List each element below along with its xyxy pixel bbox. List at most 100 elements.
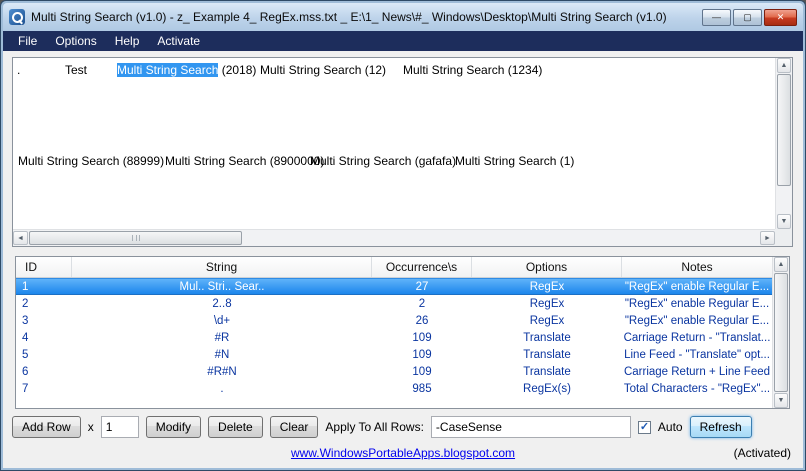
menu-file[interactable]: File (9, 31, 46, 51)
table-row[interactable]: 2 2..8 2 RegEx "RegEx" enable Regular E.… (16, 295, 772, 312)
website-link[interactable]: www.WindowsPortableApps.blogspot.com (291, 446, 515, 460)
cell-options: RegEx (529, 314, 565, 327)
cell-id: 6 (22, 365, 29, 378)
cell-id: 3 (22, 314, 29, 327)
cell-notes: "RegEx" enable Regular E... (624, 297, 770, 310)
close-button[interactable]: ✕ (764, 8, 797, 26)
cell-occurrences: 109 (412, 348, 432, 361)
cell-occurrences: 2 (418, 297, 426, 310)
cell-occurrences: 109 (412, 331, 432, 344)
scroll-down-icon[interactable]: ▼ (777, 214, 791, 229)
hscroll-grip-icon (131, 235, 140, 241)
cell-options: Translate (523, 365, 571, 378)
window-title: Multi String Search (v1.0) - z_ Example … (31, 10, 667, 24)
table-vertical-scrollbar[interactable]: ▲ ▼ (772, 257, 789, 408)
cell-notes: Carriage Return - "Translat... (623, 331, 771, 344)
cell-string: 2..8 (212, 297, 232, 310)
cell-id: 5 (22, 348, 29, 361)
cell-occurrences: 985 (412, 382, 432, 395)
menu-options[interactable]: Options (46, 31, 105, 51)
column-header-options[interactable]: Options (472, 257, 622, 277)
cell-string: #R (214, 331, 230, 344)
text-editor[interactable]: . Test Multi String Search (2018) Multi … (13, 58, 775, 229)
column-header-id[interactable]: ID (16, 257, 72, 277)
menu-bar: File Options Help Activate (3, 31, 803, 51)
column-header-string[interactable]: String (72, 257, 372, 277)
editor-token: Multi String Search (12) (260, 63, 387, 77)
cell-occurrences: 27 (415, 280, 429, 293)
vscroll-thumb[interactable] (777, 74, 791, 186)
cell-options: RegEx (529, 297, 565, 310)
refresh-button[interactable]: Refresh (689, 416, 752, 438)
table-row[interactable]: 7 . 985 RegEx(s) Total Characters - "Reg… (16, 380, 772, 397)
apply-to-all-rows-label: Apply To All Rows: (325, 420, 424, 434)
table-row[interactable]: 1 Mul.. Stri.. Sear.. 27 RegEx "RegEx" e… (16, 278, 772, 295)
activation-status: (Activated) (733, 446, 791, 460)
table-row[interactable]: 5 #N 109 Translate Line Feed - "Translat… (16, 346, 772, 363)
hscroll-thumb[interactable] (29, 231, 242, 245)
cell-string: . (220, 382, 224, 395)
cell-id: 4 (22, 331, 29, 344)
table-header-row: ID String Occurrence\s Options Notes (16, 257, 772, 278)
controls-bar: Add Row x Modify Delete Clear Apply To A… (12, 415, 794, 439)
scroll-down-icon[interactable]: ▼ (774, 393, 788, 408)
app-window: Multi String Search (v1.0) - z_ Example … (0, 0, 806, 471)
table-row[interactable]: 4 #R 109 Translate Carriage Return - "Tr… (16, 329, 772, 346)
scroll-up-icon[interactable]: ▲ (777, 58, 791, 73)
footer: www.WindowsPortableApps.blogspot.com (Ac… (3, 443, 803, 465)
editor-token: Test (65, 63, 88, 77)
modify-button[interactable]: Modify (145, 416, 202, 438)
app-icon[interactable] (9, 9, 25, 25)
apply-to-all-rows-input[interactable] (430, 416, 631, 438)
multiplier-label: x (87, 420, 94, 434)
editor-token: Multi String Search (8900000) (165, 154, 325, 168)
cell-options: Translate (523, 331, 571, 344)
cell-options: Translate (523, 348, 571, 361)
cell-options: RegEx(s) (523, 382, 571, 395)
auto-checkbox[interactable]: ✓ (637, 420, 651, 434)
minimize-button[interactable]: — (702, 8, 731, 26)
table-row[interactable]: 3 \d+ 26 RegEx "RegEx" enable Regular E.… (16, 312, 772, 329)
scroll-right-icon[interactable]: ► (760, 231, 775, 245)
cell-id: 7 (22, 382, 29, 395)
cell-string: #R#N (207, 365, 237, 378)
scroll-up-icon[interactable]: ▲ (774, 257, 788, 272)
row-count-input[interactable] (100, 416, 139, 438)
selected-text: Multi String Search (117, 63, 219, 77)
editor-token: Multi String Search (2018) (117, 63, 256, 77)
cell-id: 1 (22, 280, 29, 293)
cell-notes: "RegEx" enable Regular E... (624, 280, 770, 293)
editor-token: Multi String Search (1) (455, 154, 575, 168)
clear-button[interactable]: Clear (269, 416, 319, 438)
editor-horizontal-scrollbar[interactable]: ◄ ► (13, 229, 775, 246)
cell-string: #N (214, 348, 230, 361)
editor-token: Multi String Search (gafafa) (310, 154, 457, 168)
scrollbar-corner (775, 229, 792, 246)
maximize-button[interactable]: ▢ (733, 8, 762, 26)
text-editor-panel: . Test Multi String Search (2018) Multi … (12, 57, 793, 247)
menu-help[interactable]: Help (106, 31, 149, 51)
editor-vertical-scrollbar[interactable]: ▲ ▼ (775, 58, 792, 229)
vscroll-thumb[interactable] (774, 273, 788, 392)
editor-token: Multi String Search (1234) (403, 63, 543, 77)
results-table: ID String Occurrence\s Options Notes 1 M… (15, 256, 790, 409)
add-row-button[interactable]: Add Row (12, 416, 81, 438)
menu-activate[interactable]: Activate (148, 31, 209, 51)
column-header-occurrences[interactable]: Occurrence\s (372, 257, 472, 277)
cell-notes: Carriage Return + Line Feed (623, 365, 771, 378)
editor-token: Multi String Search (88999) (18, 154, 165, 168)
window-controls: — ▢ ✕ (702, 8, 797, 26)
title-bar[interactable]: Multi String Search (v1.0) - z_ Example … (3, 3, 803, 31)
client-area: . Test Multi String Search (2018) Multi … (3, 51, 803, 468)
cell-notes: "RegEx" enable Regular E... (624, 314, 770, 327)
results-table-body: ID String Occurrence\s Options Notes 1 M… (16, 257, 772, 408)
scroll-left-icon[interactable]: ◄ (13, 231, 28, 245)
column-header-notes[interactable]: Notes (622, 257, 772, 277)
cell-notes: Total Characters - "RegEx"... (623, 382, 771, 395)
delete-button[interactable]: Delete (208, 416, 263, 438)
cell-notes: Line Feed - "Translate" opt... (624, 348, 770, 361)
cell-occurrences: 109 (412, 365, 432, 378)
auto-checkbox-label: Auto (657, 420, 683, 434)
cell-string: \d+ (213, 314, 231, 327)
table-row[interactable]: 6 #R#N 109 Translate Carriage Return + L… (16, 363, 772, 380)
